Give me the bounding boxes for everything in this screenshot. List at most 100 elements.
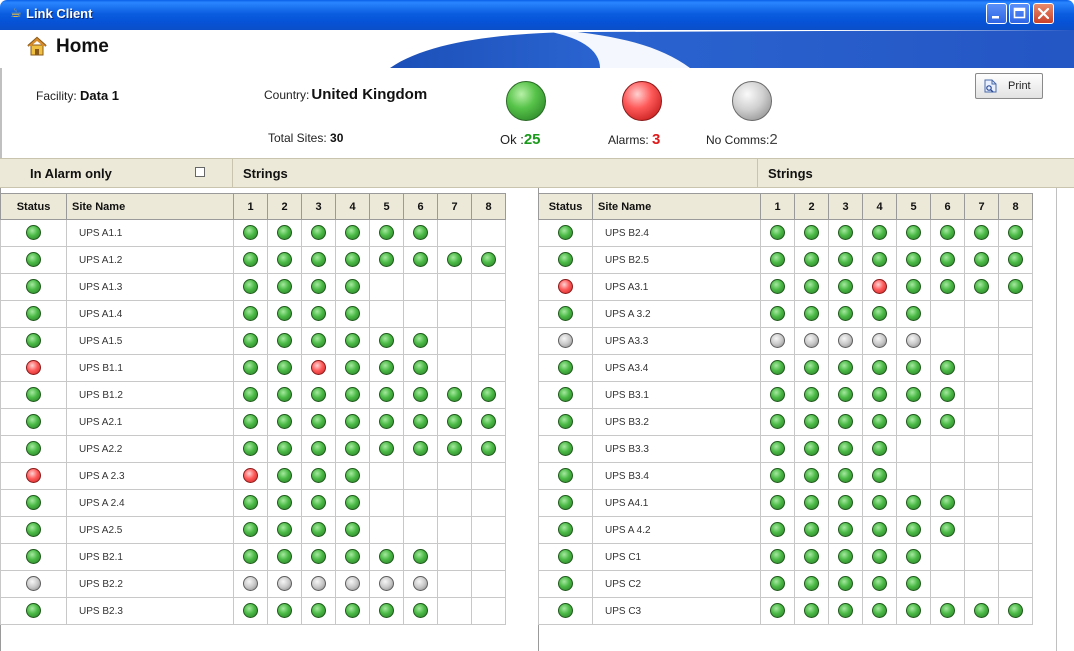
table-row[interactable]: UPS A3.3 — [538, 327, 1033, 355]
table-row[interactable]: UPS C2 — [538, 570, 1033, 598]
table-row[interactable]: UPS A1.1 — [0, 219, 506, 247]
string-7-column-header[interactable]: 7 — [964, 193, 999, 220]
ok-string-dot — [345, 252, 360, 268]
string-6-column-header[interactable]: 6 — [930, 193, 965, 220]
string-1-column-header[interactable]: 1 — [760, 193, 795, 220]
site-name-cell[interactable]: UPS A3.3 — [592, 327, 761, 355]
table-row[interactable]: UPS C1 — [538, 543, 1033, 571]
string-4-column-header[interactable]: 4 — [335, 193, 370, 220]
site-name-cell[interactable]: UPS B2.5 — [592, 246, 761, 274]
string-8-cell — [471, 354, 506, 382]
site-name-cell[interactable]: UPS C2 — [592, 570, 761, 598]
site-name-cell[interactable]: UPS A2.2 — [66, 435, 234, 463]
table-row[interactable]: UPS B1.1 — [0, 354, 506, 382]
site-name-cell[interactable]: UPS A3.4 — [592, 354, 761, 382]
table-row[interactable]: UPS B1.2 — [0, 381, 506, 409]
table-row[interactable]: UPS A 3.2 — [538, 300, 1033, 328]
site-name-cell[interactable]: UPS B3.3 — [592, 435, 761, 463]
table-row[interactable]: UPS A1.4 — [0, 300, 506, 328]
table-row[interactable]: UPS A2.2 — [0, 435, 506, 463]
site-name-cell[interactable]: UPS A1.3 — [66, 273, 234, 301]
string-3-column-header[interactable]: 3 — [301, 193, 336, 220]
table-row[interactable]: UPS A 2.4 — [0, 489, 506, 517]
site-name-cell[interactable]: UPS A1.2 — [66, 246, 234, 274]
site-name-cell[interactable]: UPS A 4.2 — [592, 516, 761, 544]
site-name-cell[interactable]: UPS B3.1 — [592, 381, 761, 409]
site-name-cell[interactable]: UPS B3.4 — [592, 462, 761, 490]
site-name-cell[interactable]: UPS B2.4 — [592, 219, 761, 247]
table-row[interactable]: UPS B2.1 — [0, 543, 506, 571]
string-5-column-header[interactable]: 5 — [896, 193, 931, 220]
string-2-column-header[interactable]: 2 — [794, 193, 829, 220]
maximize-button[interactable] — [1009, 3, 1030, 24]
string-2-cell — [794, 408, 829, 436]
table-row[interactable]: UPS A1.5 — [0, 327, 506, 355]
site-name-cell[interactable]: UPS B2.2 — [66, 570, 234, 598]
site-name-column-header[interactable]: Site Name — [592, 193, 761, 220]
site-name-cell[interactable]: UPS A 3.2 — [592, 300, 761, 328]
table-row[interactable]: UPS B3.4 — [538, 462, 1033, 490]
table-row[interactable]: UPS B3.1 — [538, 381, 1033, 409]
table-row[interactable]: UPS A4.1 — [538, 489, 1033, 517]
site-name-cell[interactable]: UPS A1.5 — [66, 327, 234, 355]
table-row[interactable]: UPS B2.4 — [538, 219, 1033, 247]
table-row[interactable]: UPS B3.2 — [538, 408, 1033, 436]
site-name-cell[interactable]: UPS A1.1 — [66, 219, 234, 247]
site-name-cell[interactable]: UPS A3.1 — [592, 273, 761, 301]
table-row[interactable]: UPS A 2.3 — [0, 462, 506, 490]
string-4-column-header[interactable]: 4 — [862, 193, 897, 220]
site-name-cell[interactable]: UPS C1 — [592, 543, 761, 571]
site-name-cell[interactable]: UPS B3.2 — [592, 408, 761, 436]
ok-string-dot — [345, 306, 360, 322]
string-8-column-header[interactable]: 8 — [998, 193, 1033, 220]
site-name-cell[interactable]: UPS A1.4 — [66, 300, 234, 328]
table-row[interactable]: UPS A3.4 — [538, 354, 1033, 382]
table-row[interactable]: UPS B3.3 — [538, 435, 1033, 463]
string-6-cell — [930, 381, 965, 409]
table-row[interactable]: UPS A 4.2 — [538, 516, 1033, 544]
ok-string-dot — [906, 549, 921, 565]
minimize-button[interactable] — [986, 3, 1007, 24]
table-row[interactable]: UPS B2.3 — [0, 597, 506, 625]
site-name-cell[interactable]: UPS B2.1 — [66, 543, 234, 571]
string-6-cell — [403, 354, 438, 382]
status-column-header[interactable]: Status — [538, 193, 593, 220]
table-row[interactable]: UPS A2.1 — [0, 408, 506, 436]
string-6-cell — [403, 327, 438, 355]
site-name-cell[interactable]: UPS B2.3 — [66, 597, 234, 625]
string-6-column-header[interactable]: 6 — [403, 193, 438, 220]
string-8-column-header[interactable]: 8 — [471, 193, 506, 220]
print-button[interactable]: Print — [975, 73, 1043, 99]
close-button[interactable] — [1033, 3, 1054, 24]
site-name-cell[interactable]: UPS A 2.4 — [66, 489, 234, 517]
string-7-column-header[interactable]: 7 — [437, 193, 472, 220]
string-5-cell — [369, 300, 404, 328]
site-name-column-header[interactable]: Site Name — [66, 193, 234, 220]
string-1-column-header[interactable]: 1 — [233, 193, 268, 220]
site-name-cell[interactable]: UPS A 2.3 — [66, 462, 234, 490]
facility-label: Facility: Data 1 — [36, 88, 119, 103]
site-name-cell[interactable]: UPS A2.5 — [66, 516, 234, 544]
string-2-column-header[interactable]: 2 — [267, 193, 302, 220]
ok-string-dot — [243, 387, 258, 403]
table-row[interactable]: UPS A1.2 — [0, 246, 506, 274]
site-name-cell[interactable]: UPS C3 — [592, 597, 761, 625]
in-alarm-only-checkbox[interactable] — [195, 167, 205, 177]
table-row[interactable]: UPS A3.1 — [538, 273, 1033, 301]
string-2-cell — [267, 300, 302, 328]
table-row[interactable]: UPS B2.2 — [0, 570, 506, 598]
site-name-cell[interactable]: UPS B1.2 — [66, 381, 234, 409]
ok-string-dot — [838, 360, 853, 376]
table-row[interactable]: UPS A2.5 — [0, 516, 506, 544]
site-name-cell[interactable]: UPS B1.1 — [66, 354, 234, 382]
string-5-cell — [896, 489, 931, 517]
table-row[interactable]: UPS A1.3 — [0, 273, 506, 301]
site-name-cell[interactable]: UPS A2.1 — [66, 408, 234, 436]
table-row[interactable]: UPS C3 — [538, 597, 1033, 625]
string-3-column-header[interactable]: 3 — [828, 193, 863, 220]
site-name-cell[interactable]: UPS A4.1 — [592, 489, 761, 517]
table-row[interactable]: UPS B2.5 — [538, 246, 1033, 274]
ok-string-dot — [311, 225, 326, 241]
string-5-column-header[interactable]: 5 — [369, 193, 404, 220]
status-column-header[interactable]: Status — [0, 193, 67, 220]
